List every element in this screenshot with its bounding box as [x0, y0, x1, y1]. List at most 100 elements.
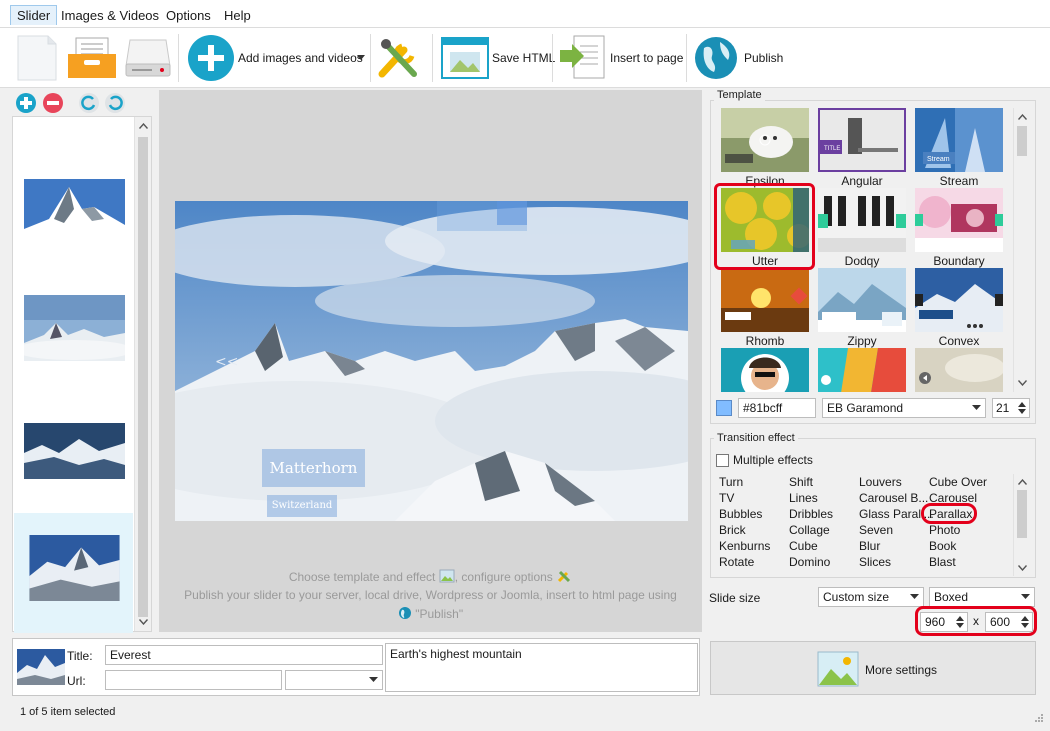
- menu-bar: Slider Images & Videos Options Help: [0, 0, 1050, 28]
- effect-item[interactable]: Brick: [719, 522, 746, 538]
- menu-options[interactable]: Options: [160, 6, 217, 26]
- add-images-icon[interactable]: [187, 34, 235, 82]
- template-zippy-thumb[interactable]: [818, 268, 906, 332]
- effect-item[interactable]: Louvers: [859, 474, 902, 490]
- description-textarea[interactable]: Earth's highest mountain: [385, 643, 698, 692]
- font-size-stepper[interactable]: 21: [992, 398, 1030, 418]
- insert-page-icon[interactable]: [558, 34, 608, 82]
- url-target-select[interactable]: [285, 670, 383, 690]
- multiple-effects-checkbox[interactable]: [716, 454, 729, 467]
- template-name[interactable]: Zippy: [814, 334, 910, 348]
- effect-item[interactable]: Lines: [789, 490, 818, 506]
- template-epsilon-thumb[interactable]: [721, 108, 809, 172]
- publish-globe-icon[interactable]: [692, 34, 740, 82]
- save-html-label[interactable]: Save HTML: [492, 51, 555, 65]
- scroll-up-icon[interactable]: [1018, 479, 1027, 485]
- template-thumb-row4-2[interactable]: [818, 348, 906, 392]
- template-name[interactable]: Stream: [911, 174, 1007, 188]
- effect-item[interactable]: Blur: [859, 538, 880, 554]
- effect-item[interactable]: Blast: [929, 554, 956, 570]
- effect-item[interactable]: Bubbles: [719, 506, 762, 522]
- publish-label[interactable]: Publish: [744, 51, 783, 65]
- effect-item[interactable]: Domino: [789, 554, 830, 570]
- add-images-label[interactable]: Add images and videos: [238, 51, 363, 65]
- template-name[interactable]: Dodqy: [814, 254, 910, 268]
- slide-layout-select[interactable]: Boxed: [929, 587, 1035, 607]
- multiple-effects-label[interactable]: Multiple effects: [733, 453, 813, 467]
- rotate-right-icon[interactable]: [104, 92, 126, 114]
- font-select[interactable]: EB Garamond: [822, 398, 986, 418]
- title-input[interactable]: Everest: [105, 645, 383, 665]
- remove-item-icon[interactable]: [42, 92, 66, 114]
- template-thumb-row4-3[interactable]: [915, 348, 1003, 392]
- add-item-icon[interactable]: [15, 92, 39, 114]
- template-thumb-row4-1[interactable]: [721, 348, 809, 392]
- list-item-thumbnail-selected[interactable]: [24, 535, 125, 601]
- template-gallery: Epsilon TITLE Angular Stream Stream Utte…: [713, 106, 1013, 392]
- menu-slider[interactable]: Slider: [10, 5, 58, 25]
- effect-item[interactable]: Book: [929, 538, 956, 554]
- template-stream-thumb[interactable]: Stream: [915, 108, 1003, 172]
- save-project-icon[interactable]: [124, 38, 172, 78]
- rotate-left-icon[interactable]: [78, 92, 100, 114]
- more-settings-button[interactable]: More settings: [710, 641, 1036, 695]
- slide-prev-arrow[interactable]: <<: [215, 354, 238, 370]
- effects-scrollbar[interactable]: [1013, 474, 1030, 576]
- effect-item[interactable]: Seven: [859, 522, 893, 538]
- template-scrollbar[interactable]: [1013, 108, 1030, 392]
- stepper-arrows-icon[interactable]: [955, 615, 965, 629]
- scroll-thumb[interactable]: [1017, 490, 1027, 538]
- url-input[interactable]: [105, 670, 282, 690]
- effect-item[interactable]: Kenburns: [719, 538, 770, 554]
- template-rhomb-thumb[interactable]: [721, 268, 809, 332]
- effect-item[interactable]: Turn: [719, 474, 743, 490]
- resize-grip-icon[interactable]: [1034, 713, 1044, 723]
- effect-item[interactable]: Collage: [789, 522, 830, 538]
- open-project-icon[interactable]: [66, 36, 118, 80]
- scroll-thumb[interactable]: [1017, 126, 1027, 156]
- effect-item[interactable]: Cube Over: [929, 474, 987, 490]
- preview-slide[interactable]: << Matterhorn Switzerland: [175, 201, 688, 521]
- effect-item[interactable]: Cube: [789, 538, 818, 554]
- template-name[interactable]: Rhomb: [717, 334, 813, 348]
- scroll-up-icon[interactable]: [139, 123, 148, 129]
- scroll-up-icon[interactable]: [1018, 114, 1027, 120]
- template-name[interactable]: Angular: [814, 174, 910, 188]
- effect-item[interactable]: Slices: [859, 554, 891, 570]
- template-name[interactable]: Convex: [911, 334, 1007, 348]
- insert-page-label[interactable]: Insert to page: [610, 51, 683, 65]
- scroll-down-icon[interactable]: [1018, 380, 1027, 386]
- template-angular-thumb[interactable]: TITLE: [818, 108, 906, 172]
- list-scrollbar[interactable]: [134, 117, 151, 631]
- scroll-thumb[interactable]: [138, 137, 148, 617]
- effect-item[interactable]: Carousel B...: [859, 490, 928, 506]
- save-html-icon[interactable]: [440, 34, 490, 82]
- slide-size-mode-select[interactable]: Custom size: [818, 587, 924, 607]
- list-item-thumbnail[interactable]: [24, 423, 125, 479]
- template-convex-thumb[interactable]: [915, 268, 1003, 332]
- menu-help[interactable]: Help: [218, 6, 257, 26]
- chevron-down-icon[interactable]: [356, 54, 366, 62]
- size-separator: x: [973, 614, 979, 628]
- color-input[interactable]: #81bcff: [738, 398, 816, 418]
- tools-icon[interactable]: [374, 34, 426, 82]
- effect-item[interactable]: Rotate: [719, 554, 754, 570]
- list-item-thumbnail[interactable]: [24, 179, 125, 245]
- scroll-down-icon[interactable]: [1018, 565, 1027, 571]
- list-item-thumbnail[interactable]: [24, 295, 125, 361]
- effect-item[interactable]: Photo: [929, 522, 960, 538]
- template-name[interactable]: Boundary: [911, 254, 1007, 268]
- color-swatch[interactable]: [716, 400, 732, 416]
- stepper-arrows-icon[interactable]: [1020, 615, 1030, 629]
- stepper-arrows-icon[interactable]: [1017, 401, 1027, 415]
- effect-item[interactable]: TV: [719, 490, 734, 506]
- new-project-icon[interactable]: [16, 34, 58, 82]
- slide-width-stepper[interactable]: 960: [920, 612, 968, 632]
- slide-height-stepper[interactable]: 600: [985, 612, 1033, 632]
- menu-images-videos[interactable]: Images & Videos: [55, 6, 165, 26]
- template-boundary-thumb[interactable]: [915, 188, 1003, 252]
- scroll-down-icon[interactable]: [139, 619, 148, 625]
- template-dodqy-thumb[interactable]: [818, 188, 906, 252]
- effect-item[interactable]: Shift: [789, 474, 813, 490]
- effect-item[interactable]: Dribbles: [789, 506, 833, 522]
